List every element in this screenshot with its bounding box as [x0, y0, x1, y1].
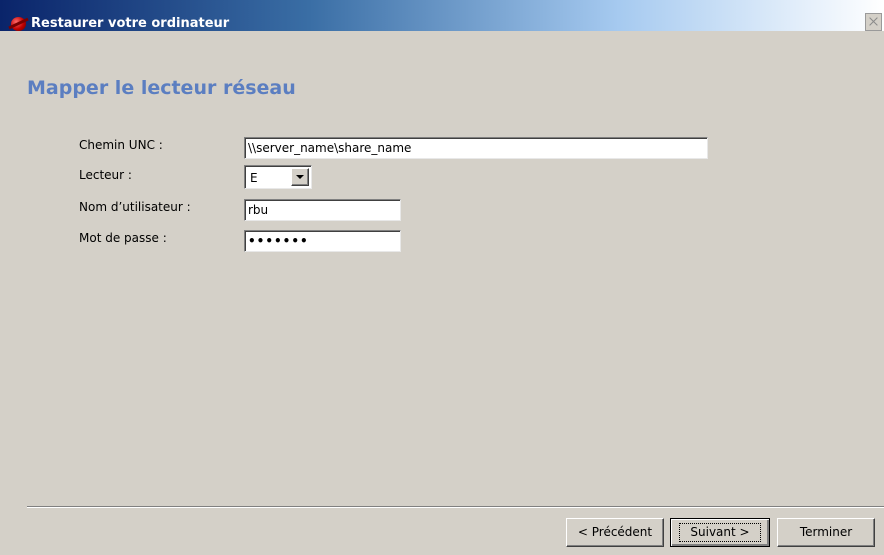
next-button[interactable]: Suivant >: [670, 518, 770, 547]
chevron-down-icon[interactable]: [291, 168, 309, 186]
next-button-label: Suivant >: [679, 523, 761, 542]
restore-app-icon: [11, 17, 26, 31]
password-label: Mot de passe :: [79, 231, 167, 245]
window-title: Restaurer votre ordinateur: [31, 16, 230, 31]
username-input[interactable]: rbu: [244, 199, 401, 221]
previous-button[interactable]: < Précédent: [566, 518, 664, 547]
username-label: Nom d’utilisateur :: [79, 200, 191, 214]
title-bar[interactable]: Restaurer votre ordinateur: [0, 0, 884, 31]
password-input[interactable]: •••••••: [244, 230, 401, 252]
footer-separator: [27, 506, 884, 508]
restore-wizard-window: Restaurer votre ordinateur Mapper le lec…: [0, 0, 884, 555]
drive-select-value: E: [250, 171, 258, 185]
drive-label: Lecteur :: [79, 168, 132, 182]
unc-path-label: Chemin UNC :: [79, 138, 163, 152]
finish-button[interactable]: Terminer: [777, 518, 875, 547]
drive-select[interactable]: E: [244, 165, 312, 189]
unc-path-input[interactable]: \\server_name\share_name: [244, 137, 708, 159]
close-button[interactable]: [865, 13, 882, 31]
page-title: Mapper le lecteur réseau: [27, 77, 296, 99]
